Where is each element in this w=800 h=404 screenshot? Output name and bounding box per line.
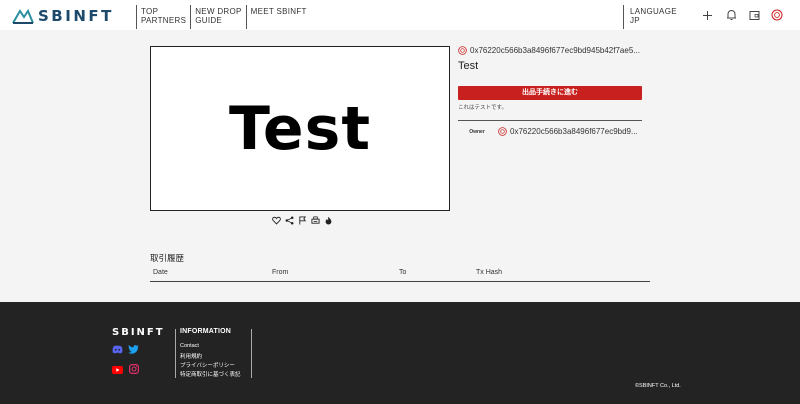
discord-icon[interactable] [112,344,123,355]
nft-artwork[interactable]: Test [150,46,450,211]
footer-logo[interactable]: SBINFT [112,327,165,338]
item-title: Test [458,60,479,72]
logo-mark-icon [12,8,34,24]
item-info-panel: 0x76220c566b3a8496f677ec9bd945b42f7ae5..… [458,46,642,136]
listing-procedure-button[interactable]: 出品手続きに進む [458,86,642,100]
site-footer: SBINFT INFORMATION Contact 利用規約 プライバシーポリ… [0,302,800,404]
owner-avatar-icon [498,127,507,136]
owner-row[interactable]: Owner 0x76220c566b3a8496f677ec9bd9... [458,127,642,136]
bell-icon[interactable] [724,8,738,22]
language-selector[interactable]: LANGUAGE JP [623,5,683,29]
contract-address: 0x76220c566b3a8496f677ec9bd945b42f7ae5..… [470,46,640,55]
avatar-icon[interactable] [770,8,784,22]
column-to: To [399,269,407,276]
nav-meet-sbinft[interactable]: MEET SBINFT [245,5,311,29]
logo-text: SBINFT [38,7,114,25]
main-nav: TOP PARTNERS NEW DROP GUIDE MEET SBINFT [136,5,311,29]
owner-label: Owner [469,128,485,135]
footer-link-contact[interactable]: Contact [180,343,199,349]
nav-new-drop-guide[interactable]: NEW DROP GUIDE [190,5,245,29]
site-logo[interactable]: SBINFT [12,7,114,25]
wallet-icon[interactable] [747,8,761,22]
heart-icon[interactable] [271,215,282,226]
print-icon[interactable] [310,215,321,226]
plus-icon[interactable] [700,8,714,22]
footer-divider-right [251,329,252,378]
footer-link-terms[interactable]: 利用規約 [180,352,202,360]
column-tx-hash: Tx Hash [476,269,503,276]
footer-link-privacy[interactable]: プライバシーポリシー [180,361,235,369]
column-from: From [272,269,289,276]
fire-icon[interactable] [323,215,334,226]
artwork-actions [271,215,334,226]
footer-info-title: INFORMATION [180,328,232,335]
info-divider [458,120,642,121]
nav-top-partners[interactable]: TOP PARTNERS [136,5,190,29]
owner-address: 0x76220c566b3a8496f677ec9bd9... [510,127,638,136]
footer-link-commercial-law[interactable]: 特定商取引に基づく表記 [180,370,241,378]
youtube-icon[interactable] [112,364,123,375]
share-icon[interactable] [284,215,295,226]
item-description: これはテストです。 [458,105,507,111]
token-icon [458,46,467,55]
site-header: SBINFT TOP PARTNERS NEW DROP GUIDE MEET … [0,0,800,30]
contract-address-row[interactable]: 0x76220c566b3a8496f677ec9bd945b42f7ae5..… [458,46,642,55]
twitter-icon[interactable] [128,344,139,355]
footer-divider-left [175,329,176,378]
flag-icon[interactable] [297,215,308,226]
instagram-icon[interactable] [128,363,139,374]
transaction-history-header: Date From To Tx Hash [150,267,650,282]
column-date: Date [153,269,168,276]
copyright: ©SBINFT Co., Ltd. [635,383,681,389]
artwork-text: Test [228,93,372,164]
transaction-history-title: 取引履歴 [150,253,185,263]
